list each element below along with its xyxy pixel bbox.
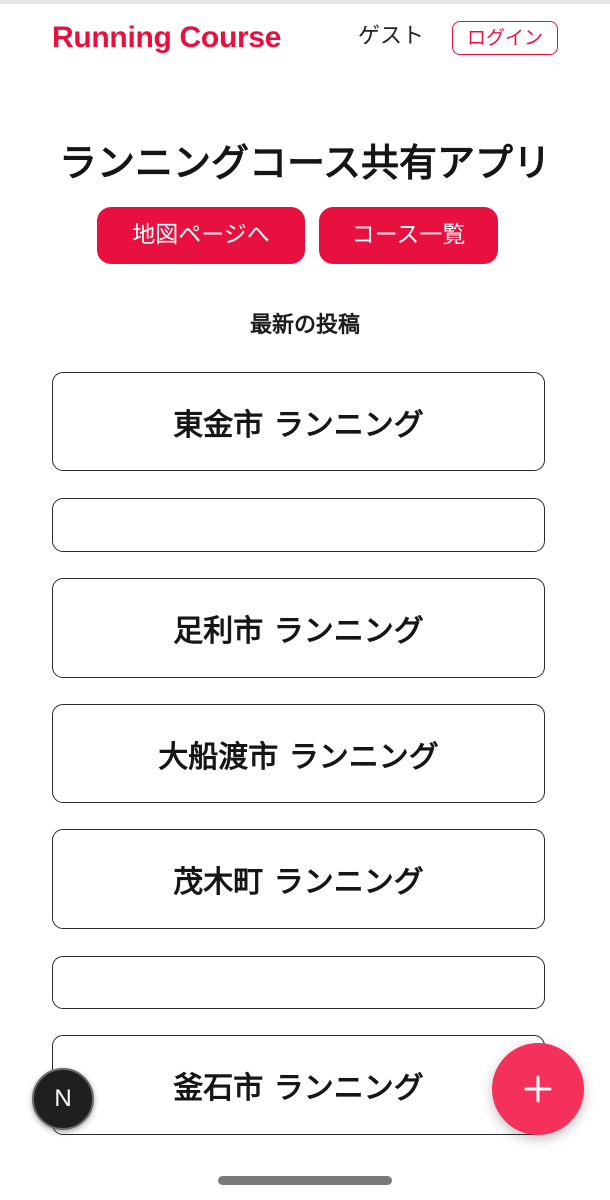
post-title: 釜石市 ランニング (173, 1071, 424, 1106)
post-card[interactable]: 足利市 ランニング (52, 578, 545, 678)
post-title: 足利市 ランニング (173, 614, 424, 649)
brand-logo[interactable]: Running Course (52, 18, 281, 58)
map-page-button[interactable]: 地図ページへ (97, 207, 305, 264)
latest-posts-heading: 最新の投稿 (249, 313, 360, 338)
page-title: ランニングコース共有アプリ (58, 141, 552, 185)
post-card[interactable] (52, 956, 545, 1009)
course-list-button[interactable]: コース一覧 (319, 207, 498, 264)
post-title: 茂木町 ランニング (173, 865, 424, 900)
post-card[interactable]: 茂木町 ランニング (52, 829, 545, 929)
plus-icon (524, 1075, 552, 1103)
home-indicator (218, 1176, 392, 1185)
login-button[interactable]: ログイン (452, 21, 558, 55)
status-bar-edge (0, 0, 610, 4)
post-card[interactable]: 東金市 ランニング (52, 372, 545, 471)
post-title: 大船渡市 ランニング (158, 739, 439, 775)
next-dev-indicator[interactable]: N (32, 1068, 94, 1130)
add-course-fab[interactable] (492, 1043, 584, 1135)
user-name: ゲスト (358, 24, 425, 49)
post-card[interactable] (52, 498, 545, 552)
post-card[interactable]: 大船渡市 ランニング (52, 704, 545, 803)
post-title: 東金市 ランニング (173, 407, 424, 443)
post-card[interactable]: 釜石市 ランニング (52, 1035, 545, 1135)
